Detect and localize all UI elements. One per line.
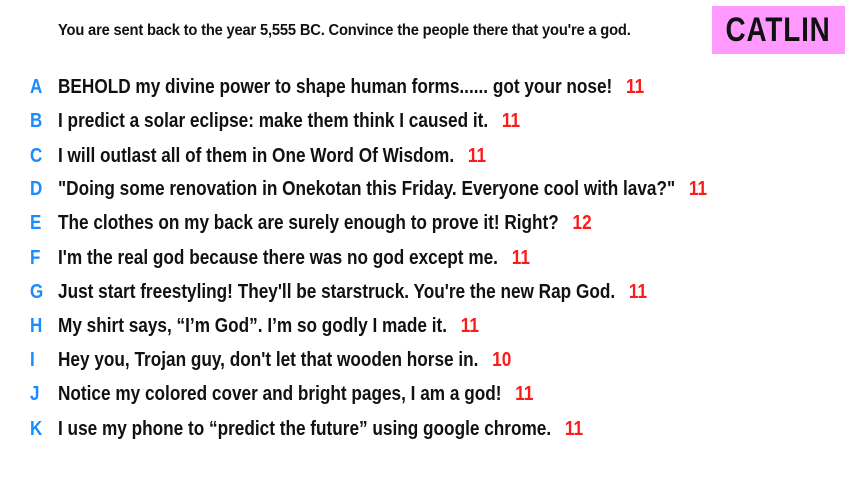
answer-text: "Doing some renovation in Onekotan this … <box>58 177 676 200</box>
answer-row-e: E The clothes on my back are surely enou… <box>0 206 853 240</box>
answer-score: 11 <box>515 382 534 405</box>
answer-letter: H <box>30 314 43 337</box>
answer-letter: D <box>30 177 43 200</box>
answer-text: Notice my colored cover and bright pages… <box>58 382 502 405</box>
answer-row-g: G Just start freestyling! They'll be sta… <box>0 275 853 309</box>
answer-row-b: B I predict a solar eclipse: make them t… <box>0 104 853 138</box>
answer-score: 12 <box>572 211 592 234</box>
answer-text: I will outlast all of them in One Word O… <box>58 144 455 167</box>
answer-score: 10 <box>492 348 512 371</box>
answer-score: 11 <box>467 144 487 167</box>
answer-row-c: C I will outlast all of them in One Word… <box>0 139 853 173</box>
answer-score: 11 <box>628 280 648 303</box>
answer-letter: F <box>30 246 41 269</box>
answer-text: I predict a solar eclipse: make them thi… <box>58 109 489 132</box>
player-name-badge: CATLIN <box>712 6 845 54</box>
answer-row-d: D "Doing some renovation in Onekotan thi… <box>0 172 853 206</box>
answer-letter: E <box>30 211 42 234</box>
question-prompt: You are sent back to the year 5,555 BC. … <box>58 22 631 39</box>
answer-row-a: A BEHOLD my divine power to shape human … <box>0 70 853 104</box>
answer-row-f: F I'm the real god because there was no … <box>0 241 853 275</box>
answer-text: My shirt says, “I’m God”. I’m so godly I… <box>58 314 448 337</box>
answer-row-h: H My shirt says, “I’m God”. I’m so godly… <box>0 309 853 343</box>
answer-text: I'm the real god because there was no go… <box>58 246 498 269</box>
answer-letter: K <box>30 417 43 440</box>
answer-row-j: J Notice my colored cover and bright pag… <box>0 377 853 411</box>
answer-row-k: K I use my phone to “predict the future”… <box>0 412 853 446</box>
answer-text: Just start freestyling! They'll be stars… <box>58 280 616 303</box>
answer-letter: C <box>30 144 43 167</box>
answer-letter: I <box>30 348 35 371</box>
answer-text: The clothes on my back are surely enough… <box>58 211 559 234</box>
answer-text: I use my phone to “predict the future” u… <box>58 417 552 440</box>
answer-letter: A <box>30 75 43 98</box>
answer-text: Hey you, Trojan guy, don't let that wood… <box>58 348 479 371</box>
answer-score: 11 <box>501 109 521 132</box>
player-name: CATLIN <box>725 10 832 49</box>
answer-score: 11 <box>626 75 645 98</box>
answer-score: 11 <box>688 177 708 200</box>
answer-score: 11 <box>460 314 479 337</box>
answer-row-i: I Hey you, Trojan guy, don't let that wo… <box>0 343 853 377</box>
answer-letter: B <box>30 109 43 132</box>
answer-letter: J <box>30 382 40 405</box>
answer-score: 11 <box>511 246 530 269</box>
answer-letter: G <box>30 280 44 303</box>
answer-score: 11 <box>564 417 584 440</box>
answer-text: BEHOLD my divine power to shape human fo… <box>58 75 613 98</box>
